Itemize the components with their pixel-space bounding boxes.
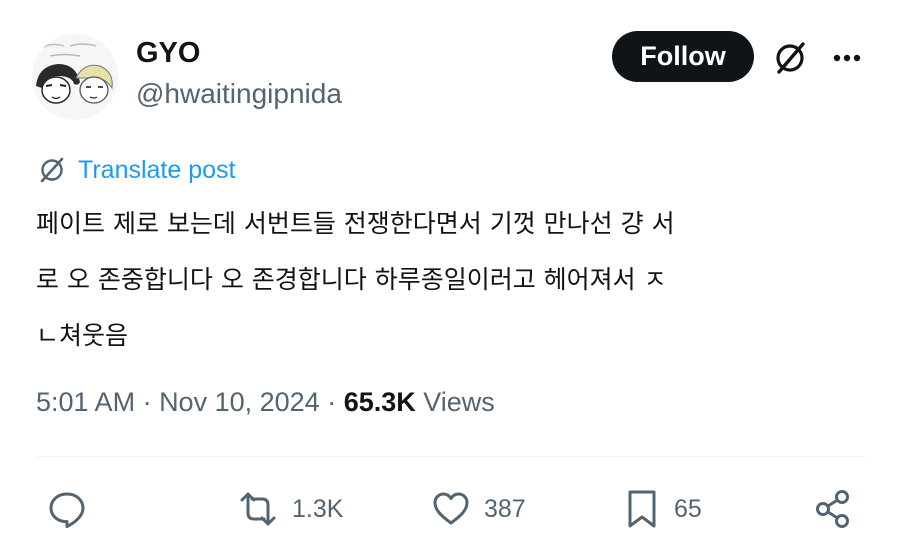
repost-count: 1.3K	[292, 494, 344, 523]
bookmark-count: 65	[674, 494, 702, 523]
avatar[interactable]	[32, 34, 118, 120]
author-handle[interactable]: @hwaitingipnida	[136, 76, 342, 112]
tweet-text-line: ㄴ쳐웃음	[36, 321, 129, 350]
views-label: Views	[415, 386, 495, 417]
bookmark-icon	[622, 487, 662, 531]
author-display-name[interactable]: GYO	[136, 36, 200, 70]
tweet-text: 페이트 제로 보는데 서번트들 전쟁한다면서 기껏 만나선 걍 서 로 오 존중…	[36, 196, 866, 364]
tweet-text-line: 로 오 존중합니다 오 존경합니다 하루종일이러고 헤어져서 ㅈ	[36, 265, 667, 294]
tweet-meta: 5:01 AM · Nov 10, 2024 · 65.3K Views	[36, 382, 495, 422]
grok-icon[interactable]	[770, 38, 810, 78]
globe-translate-icon	[36, 154, 68, 186]
like-count: 387	[484, 494, 526, 523]
repost-button[interactable]: 1.3K	[236, 486, 343, 532]
more-icon[interactable]	[827, 38, 867, 78]
heart-icon	[430, 488, 472, 530]
share-icon	[812, 488, 854, 530]
divider	[36, 456, 866, 457]
reply-icon	[46, 488, 88, 530]
repost-icon	[236, 488, 280, 530]
share-button[interactable]	[812, 486, 866, 532]
tweet-time[interactable]: 5:01 AM	[36, 387, 135, 418]
follow-button[interactable]: Follow	[612, 31, 754, 82]
tweet-date[interactable]: Nov 10, 2024	[159, 387, 320, 418]
reply-button[interactable]	[46, 486, 100, 532]
meta-separator: ·	[319, 386, 344, 417]
views-count: 65.3K	[343, 386, 416, 417]
bookmark-button[interactable]: 65	[622, 486, 702, 532]
like-button[interactable]: 387	[430, 486, 526, 532]
tweet-text-line: 페이트 제로 보는데 서번트들 전쟁한다면서 기껏 만나선 걍 서	[36, 209, 675, 238]
translate-post-label: Translate post	[78, 155, 236, 184]
translate-post-link[interactable]: Translate post	[36, 152, 235, 188]
avatar-sketch-image	[32, 34, 118, 120]
meta-separator: ·	[135, 386, 160, 417]
